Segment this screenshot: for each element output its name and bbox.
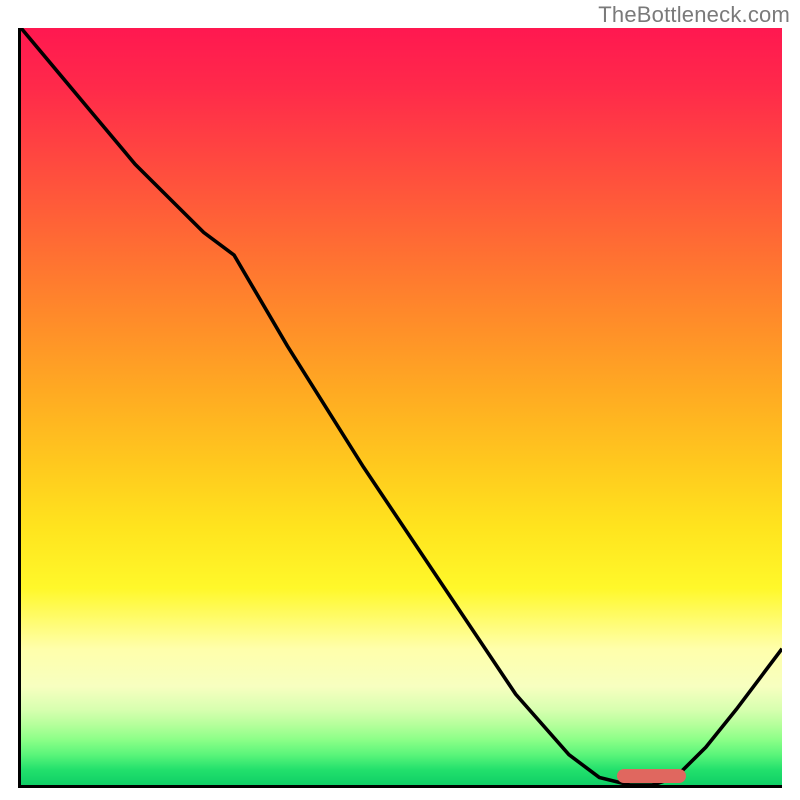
bottleneck-curve [21, 28, 782, 785]
optimal-range-marker [617, 769, 686, 783]
curve-path [21, 28, 782, 785]
chart-container: TheBottleneck.com [0, 0, 800, 800]
attribution-text: TheBottleneck.com [598, 2, 790, 28]
plot-area [18, 28, 782, 788]
